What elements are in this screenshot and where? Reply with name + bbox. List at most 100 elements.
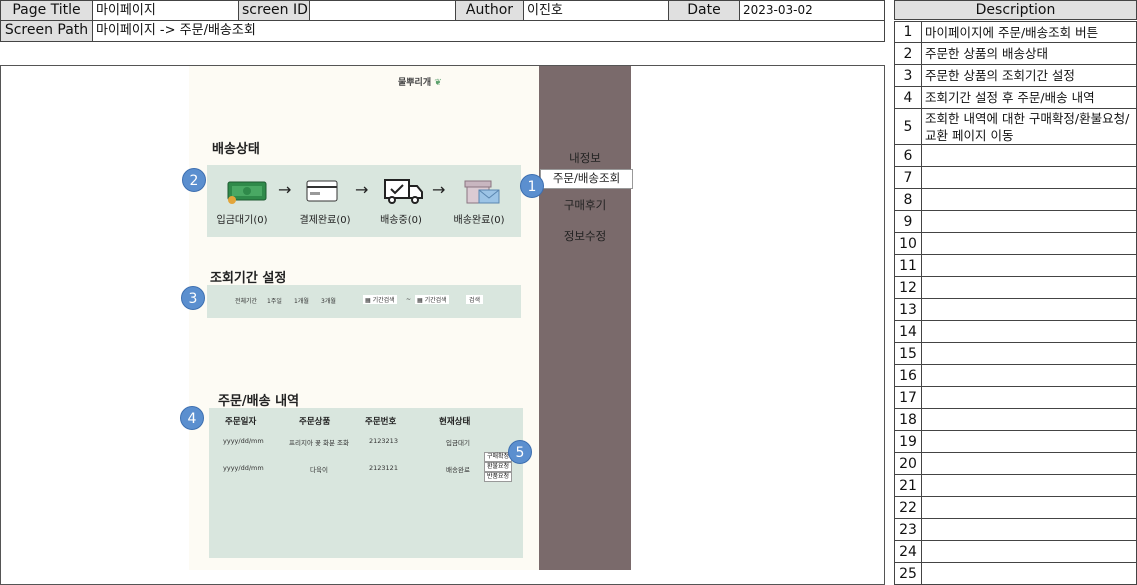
annotation-badge-4: 4: [180, 406, 204, 430]
description-row: 20: [894, 452, 1137, 475]
description-text: [921, 364, 1137, 387]
description-text: [921, 540, 1137, 563]
step-pending-payment[interactable]: 입금대기(0): [207, 211, 277, 226]
description-number: 3: [894, 64, 922, 87]
description-row: 14: [894, 320, 1137, 343]
annotation-badge-3: 3: [181, 286, 205, 310]
row1-date: yyyy/dd/mm: [223, 437, 264, 445]
page-title-value: 마이페이지: [92, 0, 239, 21]
description-number: 23: [894, 518, 922, 541]
period-option-all[interactable]: 전체기간: [235, 296, 257, 305]
row1-status: 입금대기: [446, 439, 470, 447]
return-request-button[interactable]: 반품요청: [484, 472, 513, 482]
column-product: 주문상품: [299, 417, 331, 427]
description-text: [921, 430, 1137, 453]
description-row: 22: [894, 496, 1137, 519]
description-text: [921, 496, 1137, 519]
date-range-tilde: ~: [406, 296, 412, 303]
description-text: 조회한 내역에 대한 구매확정/환불요청/교환 페이지 이동: [921, 108, 1137, 145]
description-number: 19: [894, 430, 922, 453]
description-number: 12: [894, 276, 922, 299]
description-row: 13: [894, 298, 1137, 321]
description-text: [921, 474, 1137, 497]
description-header: Description: [894, 0, 1137, 20]
description-row: 18: [894, 408, 1137, 431]
description-row: 24: [894, 540, 1137, 563]
description-number: 21: [894, 474, 922, 497]
description-row: 16: [894, 364, 1137, 387]
description-number: 20: [894, 452, 922, 475]
row2-product[interactable]: 다육이: [310, 464, 328, 474]
step-delivered[interactable]: 배송완료(0): [443, 211, 515, 226]
header-divider: [0, 41, 885, 42]
description-text: [921, 518, 1137, 541]
date-from-label: 기간검색: [372, 297, 395, 304]
date-label: Date: [668, 0, 740, 21]
period-option-1week[interactable]: 1주일: [267, 296, 282, 305]
row2-date: yyyy/dd/mm: [223, 464, 264, 472]
description-number: 17: [894, 386, 922, 409]
description-text: [921, 408, 1137, 431]
sidebar-item-reviews[interactable]: 구매후기: [539, 197, 631, 213]
description-text: [921, 232, 1137, 255]
description-text: [921, 342, 1137, 365]
description-number: 13: [894, 298, 922, 321]
description-row: 1 마이페이지에 주문/배송조회 버튼: [894, 21, 1137, 43]
calendar-icon: ▦: [417, 297, 423, 304]
description-number: 5: [894, 108, 922, 145]
row1-number: 2123213: [369, 437, 398, 445]
description-text: [921, 188, 1137, 211]
description-number: 11: [894, 254, 922, 277]
description-row: 12: [894, 276, 1137, 299]
description-number: 8: [894, 188, 922, 211]
period-option-1month[interactable]: 1개월: [294, 296, 309, 305]
description-row: 5 조회한 내역에 대한 구매확정/환불요청/교환 페이지 이동: [894, 108, 1137, 145]
description-text: [921, 386, 1137, 409]
description-text: [921, 276, 1137, 299]
description-row: 19: [894, 430, 1137, 453]
description-text: [921, 254, 1137, 277]
annotation-badge-1: 1: [520, 174, 544, 198]
date-from-input[interactable]: ▦ 기간검색: [363, 295, 397, 304]
logo[interactable]: 물뿌리개 ❦: [398, 75, 442, 88]
date-to-input[interactable]: ▦ 기간검색: [415, 295, 449, 304]
step-shipping[interactable]: 배송중(0): [366, 211, 436, 226]
description-row: 2 주문한 상품의 배송상태: [894, 42, 1137, 65]
truck-icon: [384, 179, 423, 204]
description-row: 7: [894, 166, 1137, 189]
row1-product[interactable]: 프리지아 꽃 화분 조화: [289, 437, 349, 447]
description-number: 14: [894, 320, 922, 343]
description-number: 15: [894, 342, 922, 365]
description-number: 2: [894, 42, 922, 65]
sidebar-item-orders[interactable]: 주문/배송조회: [540, 169, 633, 189]
page-title-label: Page Title: [0, 0, 93, 21]
annotation-badge-2: 2: [182, 168, 206, 192]
money-icon: [227, 181, 267, 204]
sidebar-item-edit-info[interactable]: 정보수정: [539, 228, 631, 244]
description-row: 8: [894, 188, 1137, 211]
screen-id-value: [309, 0, 456, 21]
logo-text: 물뿌리개: [398, 78, 432, 88]
search-button[interactable]: 검색: [466, 295, 484, 304]
sidebar-item-myinfo[interactable]: 내정보: [539, 150, 631, 166]
description-number: 16: [894, 364, 922, 387]
description-row: 11: [894, 254, 1137, 277]
description-row: 17: [894, 386, 1137, 409]
description-text: 조회기간 설정 후 주문/배송 내역: [921, 86, 1137, 109]
annotation-badge-5: 5: [508, 440, 532, 464]
delivery-title: 배송상태: [212, 142, 260, 157]
sidebar: [539, 66, 631, 570]
arrow-icon: →: [432, 180, 446, 199]
period-option-3month[interactable]: 3개월: [321, 296, 336, 305]
step-payment-complete[interactable]: 결제완료(0): [290, 211, 360, 226]
description-text: 주문한 상품의 배송상태: [921, 42, 1137, 65]
arrow-icon: →: [278, 180, 292, 199]
description-row: 3 주문한 상품의 조회기간 설정: [894, 64, 1137, 87]
box-mail-icon: [464, 180, 500, 204]
sprout-icon: ❦: [434, 78, 442, 88]
description-row: 9: [894, 210, 1137, 233]
refund-request-button[interactable]: 환불요청: [484, 462, 513, 472]
description-row: 6: [894, 144, 1137, 167]
description-text: [921, 210, 1137, 233]
author-value: 이진호: [523, 0, 669, 21]
